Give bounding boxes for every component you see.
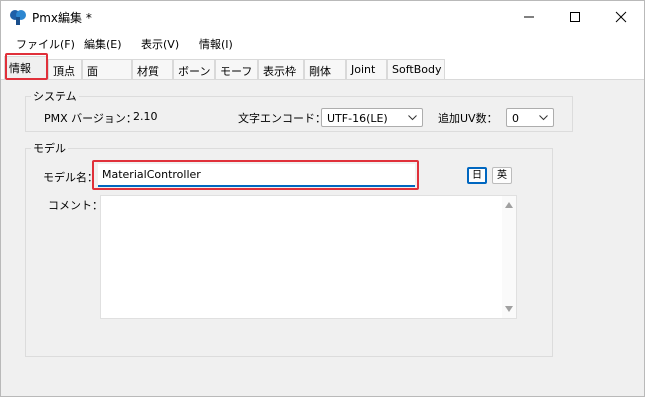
tab-vertex[interactable]: 頂点: [48, 59, 82, 79]
maximize-icon: [570, 12, 580, 22]
tab-rigid-body[interactable]: 剛体: [304, 59, 346, 79]
tab-label: モーフ: [220, 65, 253, 78]
extra-uv-value: 0: [512, 112, 519, 125]
system-group-title: システム: [31, 88, 79, 104]
model-name-label: モデル名：: [43, 171, 98, 184]
encoding-value: UTF-16(LE): [327, 112, 388, 125]
model-name-highlight: [92, 160, 419, 190]
window-title: Pmx編集 *: [32, 11, 92, 25]
menu-bar: ファイル(F) 編集(E) 表示(V) 情報(I): [1, 32, 644, 54]
tab-joint[interactable]: Joint: [346, 59, 387, 79]
tab-material[interactable]: 材質: [132, 59, 173, 79]
tab-morph[interactable]: モーフ: [215, 59, 258, 79]
pmx-version-value: 2.10: [133, 110, 158, 123]
tab-label: SoftBody: [392, 63, 442, 76]
menu-info[interactable]: 情報(I): [199, 36, 233, 52]
japanese-toggle-button[interactable]: 日: [467, 167, 487, 184]
menu-view[interactable]: 表示(V): [141, 36, 179, 52]
comment-scrollbar[interactable]: [502, 196, 516, 318]
model-group-title: モデル: [31, 140, 68, 156]
chevron-down-icon: [408, 115, 417, 121]
tab-bone[interactable]: ボーン: [173, 59, 215, 79]
scroll-down-icon[interactable]: [505, 306, 513, 312]
tab-label: 材質: [137, 65, 159, 78]
pmx-version-label: PMX バージョン：: [44, 112, 137, 125]
close-icon: [615, 11, 627, 23]
tab-softbody[interactable]: SoftBody: [387, 59, 445, 79]
minimize-icon: [524, 16, 534, 18]
tab-label: 剛体: [309, 65, 331, 78]
app-icon: [10, 10, 26, 25]
tab-bar: 情報 頂点 面 材質 ボーン モーフ 表示枠 剛体 Joint SoftBody: [1, 54, 644, 80]
app-window: Pmx編集 * ファイル(F) 編集(E) 表示(V) 情報(I) 情報 頂点 …: [0, 0, 645, 397]
tab-face[interactable]: 面: [82, 59, 132, 79]
tab-label: ボーン: [178, 65, 211, 78]
encoding-label: 文字エンコード：: [238, 112, 326, 125]
tab-label: 頂点: [53, 65, 75, 78]
maximize-button[interactable]: [552, 1, 598, 32]
chevron-down-icon: [539, 115, 548, 121]
encoding-select[interactable]: UTF-16(LE): [321, 108, 423, 127]
scroll-up-icon[interactable]: [505, 202, 513, 208]
extra-uv-select[interactable]: 0: [506, 108, 554, 127]
extra-uv-label: 追加UV数：: [438, 112, 498, 125]
tab-label: 表示枠: [263, 65, 296, 78]
english-toggle-button[interactable]: 英: [492, 167, 512, 184]
tab-label: 面: [87, 65, 98, 78]
title-bar: Pmx編集 *: [1, 1, 644, 32]
tab-info-highlight: [5, 53, 48, 80]
menu-edit[interactable]: 編集(E): [84, 36, 122, 52]
minimize-button[interactable]: [506, 1, 552, 32]
comment-textarea[interactable]: [100, 195, 517, 319]
close-button[interactable]: [598, 1, 644, 32]
comment-label: コメント：: [48, 199, 103, 212]
tab-display-frame[interactable]: 表示枠: [258, 59, 304, 79]
tab-label: Joint: [351, 63, 376, 76]
menu-file[interactable]: ファイル(F): [16, 36, 75, 52]
